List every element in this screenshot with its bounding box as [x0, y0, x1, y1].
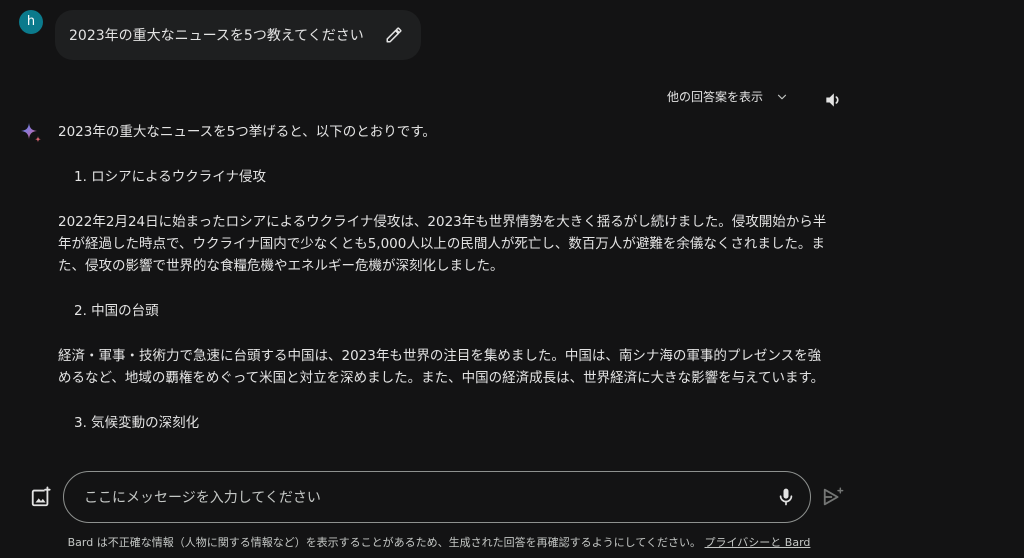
message-input-box[interactable]	[63, 471, 811, 523]
news-item-body: 経済・軍事・技術力で急速に台頭する中国は、2023年も世界の注目を集めました。中…	[58, 348, 825, 386]
avatar-initial: h	[26, 14, 36, 29]
send-icon[interactable]	[822, 486, 844, 508]
message-input[interactable]	[82, 484, 746, 512]
image-upload-icon[interactable]	[30, 486, 52, 508]
response-intro: 2023年の重大なニュースを5つ挙げると、以下のとおりです。	[58, 124, 436, 140]
user-prompt-bubble: 2023年の重大なニュースを5つ教えてください	[55, 10, 421, 60]
speaker-icon[interactable]	[823, 90, 843, 110]
chevron-down-icon	[777, 94, 787, 99]
news-item-body: 2022年2月24日に始まったロシアによるウクライナ侵攻は、2023年も世界情勢…	[58, 214, 827, 274]
news-item-heading: 2. 中国の台頭	[74, 303, 159, 319]
show-drafts-button[interactable]: 他の回答案を表示	[667, 88, 789, 105]
microphone-icon[interactable]	[776, 486, 796, 508]
user-avatar[interactable]: h	[19, 10, 43, 34]
privacy-link[interactable]: プライバシーと Bard	[705, 536, 811, 549]
news-item-heading: 1. ロシアによるウクライナ侵攻	[74, 169, 266, 185]
bard-chat-page: h 2023年の重大なニュースを5つ教えてください 他の回答案を表示 2023年…	[0, 0, 1024, 558]
edit-pencil-icon[interactable]	[385, 26, 403, 44]
response-content: 2023年の重大なニュースを5つ挙げると、以下のとおりです。 1. ロシアによる…	[58, 121, 833, 457]
user-prompt-text: 2023年の重大なニュースを5つ教えてください	[69, 28, 364, 44]
show-drafts-label: 他の回答案を表示	[667, 90, 764, 104]
disclaimer: Bard は不正確な情報（人物に関する情報など）を表示することがあるため、生成さ…	[0, 534, 878, 550]
bard-sparkle-icon	[21, 123, 41, 143]
news-item-heading: 3. 気候変動の深刻化	[74, 415, 200, 431]
disclaimer-text: Bard は不正確な情報（人物に関する情報など）を表示することがあるため、生成さ…	[67, 536, 702, 549]
